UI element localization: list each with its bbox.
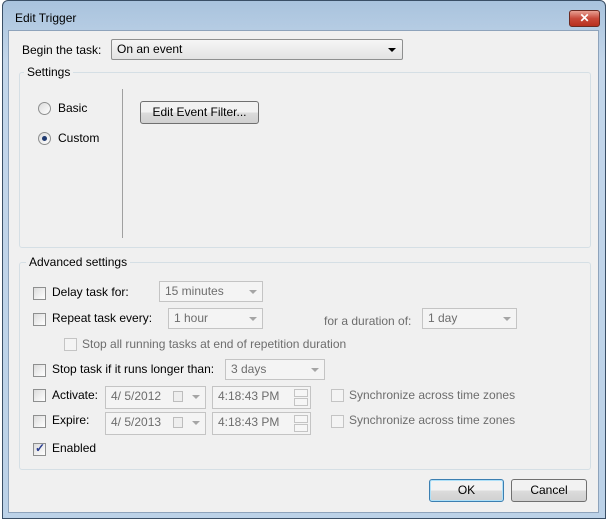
delay-label: Delay task for: bbox=[52, 285, 129, 299]
custom-label: Custom bbox=[58, 131, 100, 145]
basic-radio[interactable] bbox=[38, 102, 51, 115]
advanced-settings-label: Advanced settings bbox=[26, 255, 131, 269]
expire-date: 4/ 5/2013 bbox=[111, 415, 162, 429]
edit-event-filter-button[interactable]: Edit Event Filter... bbox=[140, 101, 259, 124]
stop-all-checkbox[interactable] bbox=[64, 338, 77, 351]
calendar-icon bbox=[173, 417, 183, 428]
expire-date-picker[interactable]: 4/ 5/2013 bbox=[105, 412, 206, 435]
ok-button[interactable]: OK bbox=[429, 479, 504, 502]
stop-longer-label: Stop task if it runs longer than: bbox=[52, 362, 215, 376]
duration-value: 1 day bbox=[428, 311, 458, 325]
expire-checkbox[interactable] bbox=[33, 415, 46, 428]
activate-time-picker[interactable]: 4:18:43 PM bbox=[212, 386, 311, 409]
cancel-button[interactable]: Cancel bbox=[511, 479, 587, 502]
chevron-down-icon bbox=[249, 290, 257, 294]
chevron-down-icon bbox=[503, 317, 511, 321]
chevron-down-icon bbox=[388, 48, 396, 52]
activate-sync-checkbox[interactable] bbox=[331, 389, 344, 402]
dialog-title: Edit Trigger bbox=[15, 11, 77, 25]
begin-task-dropdown[interactable]: On an event bbox=[111, 39, 403, 60]
expire-sync-label: Synchronize across time zones bbox=[349, 413, 516, 427]
repeat-label: Repeat task every: bbox=[52, 311, 153, 325]
activate-time: 4:18:43 PM bbox=[218, 389, 280, 403]
duration-label: for a duration of: bbox=[324, 314, 412, 328]
radio-selected-dot bbox=[42, 136, 47, 141]
repeat-checkbox[interactable] bbox=[33, 313, 46, 326]
close-icon: ✕ bbox=[579, 11, 590, 25]
repeat-value: 1 hour bbox=[174, 311, 209, 325]
begin-task-value: On an event bbox=[117, 42, 183, 56]
stop-longer-dropdown[interactable]: 3 days bbox=[225, 359, 325, 380]
calendar-icon bbox=[173, 391, 183, 402]
delay-dropdown[interactable]: 15 minutes bbox=[159, 281, 263, 302]
spin-down-icon[interactable] bbox=[294, 424, 308, 432]
settings-group-label: Settings bbox=[24, 65, 74, 79]
activate-date: 4/ 5/2012 bbox=[111, 389, 162, 403]
activate-sync-label: Synchronize across time zones bbox=[349, 388, 516, 402]
expire-label: Expire: bbox=[52, 413, 90, 427]
basic-label: Basic bbox=[58, 101, 88, 115]
stop-longer-checkbox[interactable] bbox=[33, 364, 46, 377]
enabled-label: Enabled bbox=[52, 441, 97, 455]
chevron-down-icon bbox=[192, 395, 200, 399]
custom-radio[interactable] bbox=[38, 132, 51, 145]
enabled-checkbox[interactable]: ✓ bbox=[33, 441, 46, 456]
stop-longer-value: 3 days bbox=[231, 362, 267, 376]
repeat-dropdown[interactable]: 1 hour bbox=[168, 308, 263, 329]
spin-up-icon[interactable] bbox=[294, 389, 308, 397]
duration-dropdown[interactable]: 1 day bbox=[422, 308, 517, 329]
settings-divider bbox=[122, 89, 123, 238]
spin-down-icon[interactable] bbox=[294, 398, 308, 406]
activate-label: Activate: bbox=[52, 388, 99, 402]
chevron-down-icon bbox=[311, 368, 319, 372]
settings-group bbox=[19, 72, 591, 248]
activate-checkbox[interactable] bbox=[33, 389, 46, 402]
close-button[interactable]: ✕ bbox=[569, 10, 600, 27]
expire-sync-checkbox[interactable] bbox=[331, 415, 344, 428]
expire-time-picker[interactable]: 4:18:43 PM bbox=[212, 412, 311, 435]
delay-value: 15 minutes bbox=[165, 284, 224, 298]
chevron-down-icon bbox=[192, 421, 200, 425]
spin-up-icon[interactable] bbox=[294, 415, 308, 423]
stop-all-label: Stop all running tasks at end of repetit… bbox=[82, 337, 347, 351]
dialog-client: Begin the task: On an event Settings Bas… bbox=[8, 30, 599, 513]
expire-time: 4:18:43 PM bbox=[218, 415, 280, 429]
checkmark-icon: ✓ bbox=[35, 441, 46, 455]
begin-task-label: Begin the task: bbox=[22, 43, 102, 57]
chevron-down-icon bbox=[249, 317, 257, 321]
activate-date-picker[interactable]: 4/ 5/2012 bbox=[105, 386, 206, 409]
delay-checkbox[interactable] bbox=[33, 287, 46, 300]
